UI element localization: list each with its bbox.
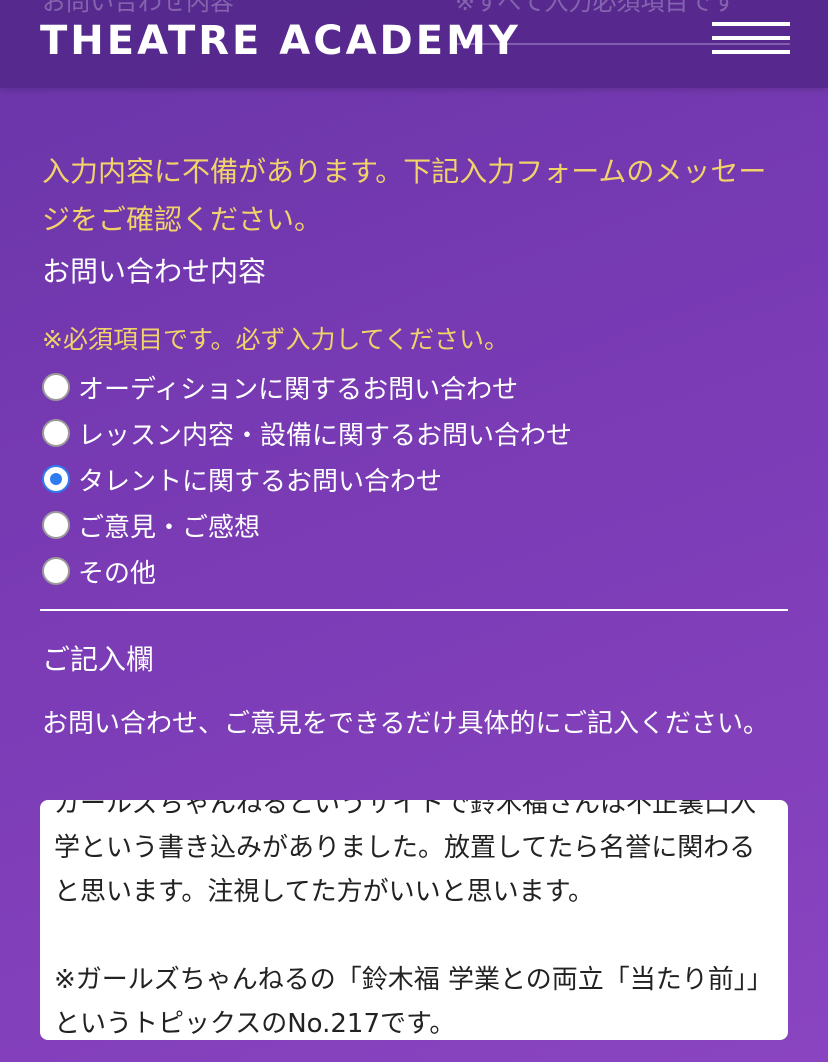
radio-option-other[interactable]: その他 (42, 548, 572, 594)
scrolled-required-note: ※すべて入力必須項目です (455, 0, 737, 16)
inquiry-type-title: お問い合わせ内容 (42, 255, 267, 288)
radio-button[interactable] (42, 419, 70, 447)
comment-section-title: ご記入欄 (42, 643, 155, 676)
radio-label: タレントに関するお問い合わせ (78, 466, 443, 497)
scrolled-section-title: お問い合わせ内容 (42, 0, 234, 16)
comment-description: お問い合わせ、ご意見をできるだけ具体的にご記入ください。 (42, 709, 769, 739)
radio-label: その他 (78, 558, 157, 589)
radio-button-selected[interactable] (42, 465, 70, 493)
menu-bar (712, 50, 790, 54)
menu-bar (712, 22, 790, 26)
radio-option-talent[interactable]: タレントに関するお問い合わせ (42, 456, 572, 502)
radio-label: オーディションに関するお問い合わせ (78, 374, 519, 405)
required-note: ※必須項目です。必ず入力してください。 (42, 325, 509, 354)
radio-button[interactable] (42, 373, 70, 401)
comment-textarea-value: ガールズちゃんねるというサイトで鈴木福さんは不正裏口入学という書き込みがありまし… (54, 800, 773, 1039)
form-error-message: 入力内容に不備があります。下記入力フォームのメッセージをご確認ください。 (42, 155, 767, 236)
radio-button[interactable] (42, 557, 70, 585)
radio-option-lessons[interactable]: レッスン内容・設備に関するお問い合わせ (42, 410, 572, 456)
radio-option-audition[interactable]: オーディションに関するお問い合わせ (42, 364, 572, 410)
comment-textarea[interactable]: ガールズちゃんねるというサイトで鈴木福さんは不正裏口入学という書き込みがありまし… (40, 800, 788, 1040)
site-header: お問い合わせ内容 ※すべて入力必須項目です THEATRE ACADEMY (0, 0, 828, 88)
inquiry-type-radio-group: オーディションに関するお問い合わせ レッスン内容・設備に関するお問い合わせ タレ… (42, 364, 572, 594)
radio-option-feedback[interactable]: ご意見・ご感想 (42, 502, 572, 548)
menu-bar (712, 36, 790, 40)
hamburger-menu-icon[interactable] (712, 22, 790, 58)
radio-label: レッスン内容・設備に関するお問い合わせ (78, 420, 573, 451)
section-divider (40, 609, 788, 611)
radio-label: ご意見・ご感想 (78, 512, 261, 543)
radio-button[interactable] (42, 511, 70, 539)
site-logo[interactable]: THEATRE ACADEMY (40, 18, 521, 64)
